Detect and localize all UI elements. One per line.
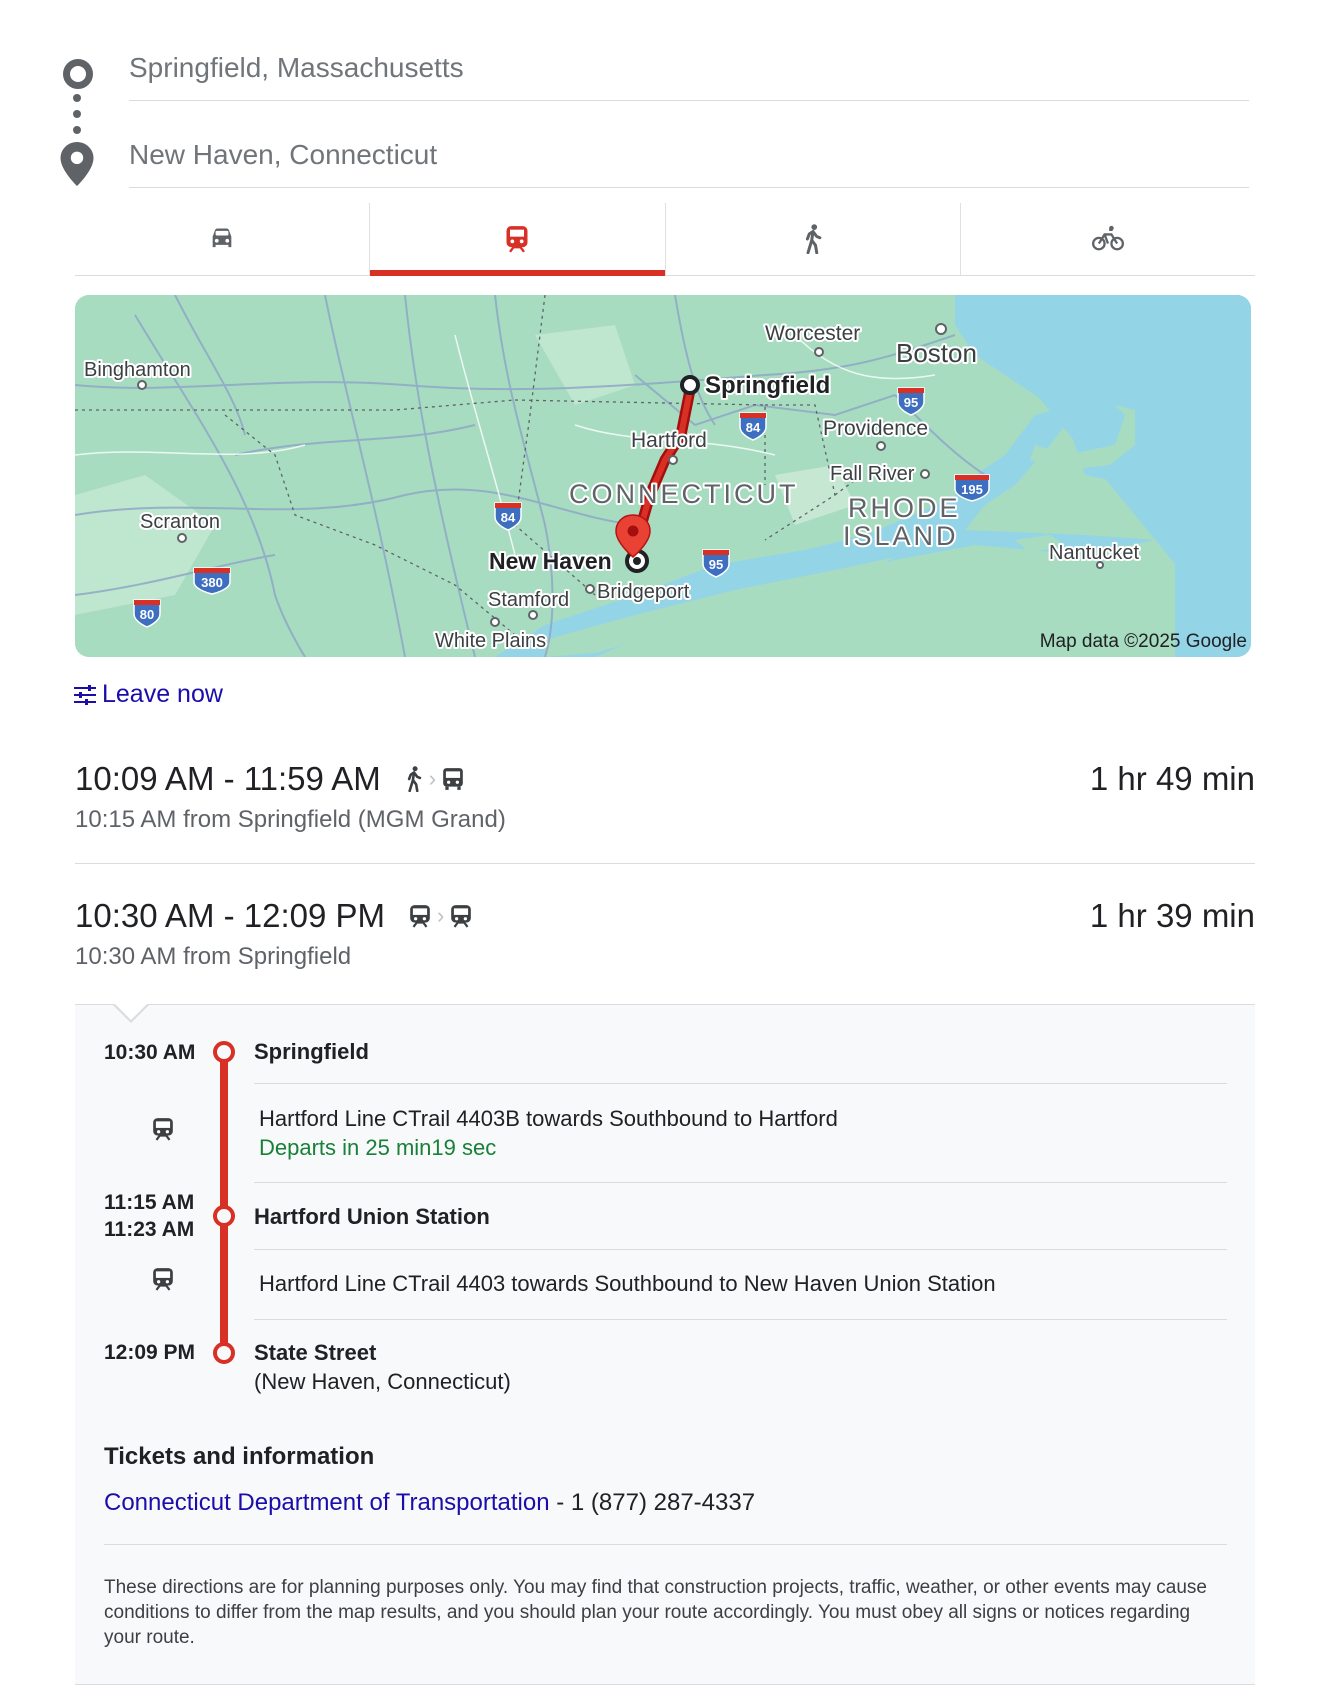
- disclaimer-text: These directions are for planning purpos…: [104, 1577, 1207, 1648]
- svg-text:95: 95: [709, 557, 723, 572]
- tab-walking[interactable]: [666, 203, 961, 275]
- route-option-1[interactable]: 10:09 AM - 11:59 AM › 1 hr 49 min 10:15 …: [75, 760, 1255, 840]
- map-label-stamford: Stamford: [488, 589, 569, 611]
- route-option-2[interactable]: 10:30 AM - 12:09 PM › 1 hr 39 min 10:30 …: [75, 897, 1255, 977]
- tickets-info-row: Connecticut Department of Transportation…: [104, 1489, 755, 1517]
- origin-icon: [63, 59, 93, 89]
- tickets-heading: Tickets and information: [104, 1443, 375, 1470]
- route-modes: ›: [409, 903, 472, 929]
- map-canvas[interactable]: 95 84 195 84 95 380 80 Binghamton Worces…: [75, 295, 1251, 657]
- car-icon: [212, 228, 232, 248]
- map-label-providence: Providence: [823, 417, 928, 440]
- route-endpoints-column: [56, 52, 96, 192]
- stop-name[interactable]: Springfield: [254, 1039, 369, 1065]
- train-icon: [506, 226, 528, 253]
- destination-pin-icon: [60, 142, 94, 186]
- svg-text:380: 380: [201, 575, 223, 590]
- svg-text:95: 95: [904, 395, 918, 410]
- train-icon: [410, 905, 430, 928]
- train-icon: [153, 1268, 173, 1291]
- tab-driving[interactable]: [75, 203, 371, 275]
- stop-marker: [213, 1205, 235, 1227]
- origin-field[interactable]: [129, 40, 1249, 101]
- route-map[interactable]: 95 84 195 84 95 380 80 Binghamton Worces…: [75, 295, 1251, 657]
- bottom-divider: [75, 1684, 1255, 1685]
- route-duration: 1 hr 39 min: [1089, 897, 1255, 934]
- separator: [254, 1083, 1227, 1084]
- map-label-white-plains: White Plains: [435, 630, 546, 652]
- agency-phone: - 1 (877) 287-4337: [549, 1489, 756, 1516]
- map-copyright: Map data ©2025 Google: [1039, 631, 1247, 652]
- separator: [254, 1249, 1227, 1250]
- map-label-new-haven: New Haven: [489, 548, 612, 574]
- stop-departure-time: 11:23 AM: [104, 1218, 195, 1241]
- map-label-bridgeport: Bridgeport: [597, 581, 690, 603]
- route-duration: 1 hr 49 min: [1089, 760, 1255, 797]
- map-label-springfield: Springfield: [705, 372, 830, 399]
- tab-cycling[interactable]: [961, 203, 1255, 275]
- separator: [104, 1544, 1227, 1545]
- leave-now-label: Leave now: [102, 680, 223, 708]
- segment-line-info: Hartford Line CTrail 4403 towards Southb…: [259, 1271, 996, 1296]
- stop-time: 10:30 AM: [104, 1041, 196, 1064]
- stop-name[interactable]: Hartford Union Station: [254, 1204, 490, 1230]
- bus-icon: [443, 768, 463, 790]
- train-icon: [451, 905, 472, 928]
- train-icon: [153, 1118, 173, 1141]
- walk-icon: [805, 224, 821, 254]
- route-departure: 10:15 AM from Springfield (MGM Grand): [75, 806, 506, 833]
- map-label-nantucket: Nantucket: [1049, 542, 1139, 564]
- separator: [254, 1319, 1227, 1320]
- map-label-hartford: Hartford: [631, 429, 707, 452]
- walk-icon: [407, 766, 421, 792]
- separator: [254, 1182, 1227, 1183]
- map-label-scranton: Scranton: [140, 511, 220, 533]
- map-label-binghamton: Binghamton: [84, 359, 191, 381]
- stop-marker: [213, 1041, 235, 1063]
- svg-text:84: 84: [746, 420, 761, 435]
- map-label-fall-river: Fall River: [830, 463, 915, 485]
- map-label-boston: Boston: [896, 338, 977, 368]
- stop-name[interactable]: State Street: [254, 1340, 376, 1366]
- origin-marker: [680, 375, 700, 395]
- destination-input[interactable]: [129, 139, 1249, 171]
- route-time-range: 10:09 AM - 11:59 AM: [75, 760, 381, 797]
- origin-input[interactable]: [129, 52, 1249, 84]
- stop-marker: [213, 1342, 235, 1364]
- stop-time: 12:09 PM: [104, 1341, 196, 1364]
- leave-now-button[interactable]: Leave now: [74, 680, 223, 709]
- svg-text:80: 80: [140, 607, 154, 622]
- segment-line-info: Hartford Line CTrail 4403B towards South…: [259, 1106, 838, 1131]
- route-divider: [75, 863, 1255, 864]
- stop-arrival-time: 11:15 AM: [104, 1191, 195, 1214]
- map-label-connecticut: CONNECTICUT: [569, 479, 799, 509]
- chevron-right-icon: ›: [428, 766, 437, 791]
- agency-link[interactable]: Connecticut Department of Transportation: [104, 1489, 550, 1516]
- tab-transit[interactable]: [370, 203, 666, 276]
- map-label-rhode: RHODE: [848, 493, 961, 523]
- chevron-right-icon: ›: [437, 903, 445, 928]
- directions-inputs: [0, 0, 1318, 200]
- sliders-icon: [74, 684, 96, 705]
- map-label-worcester: Worcester: [765, 322, 860, 345]
- stop-location: (New Haven, Connecticut): [254, 1369, 511, 1394]
- departure-countdown: Departs in 25 min19 sec: [259, 1135, 497, 1160]
- svg-text:195: 195: [961, 482, 983, 497]
- route-modes: ›: [405, 766, 464, 792]
- route-time-range: 10:30 AM - 12:09 PM: [75, 897, 386, 934]
- route-departure: 10:30 AM from Springfield: [75, 943, 352, 970]
- travel-mode-tabs: [75, 203, 1255, 276]
- bike-icon: [1091, 225, 1124, 251]
- svg-text:84: 84: [501, 510, 516, 525]
- destination-field[interactable]: [129, 127, 1249, 188]
- route-details-panel: 10:30 AM Springfield Hartford Line CTrai…: [75, 1004, 1255, 1685]
- map-label-island: ISLAND: [843, 521, 959, 551]
